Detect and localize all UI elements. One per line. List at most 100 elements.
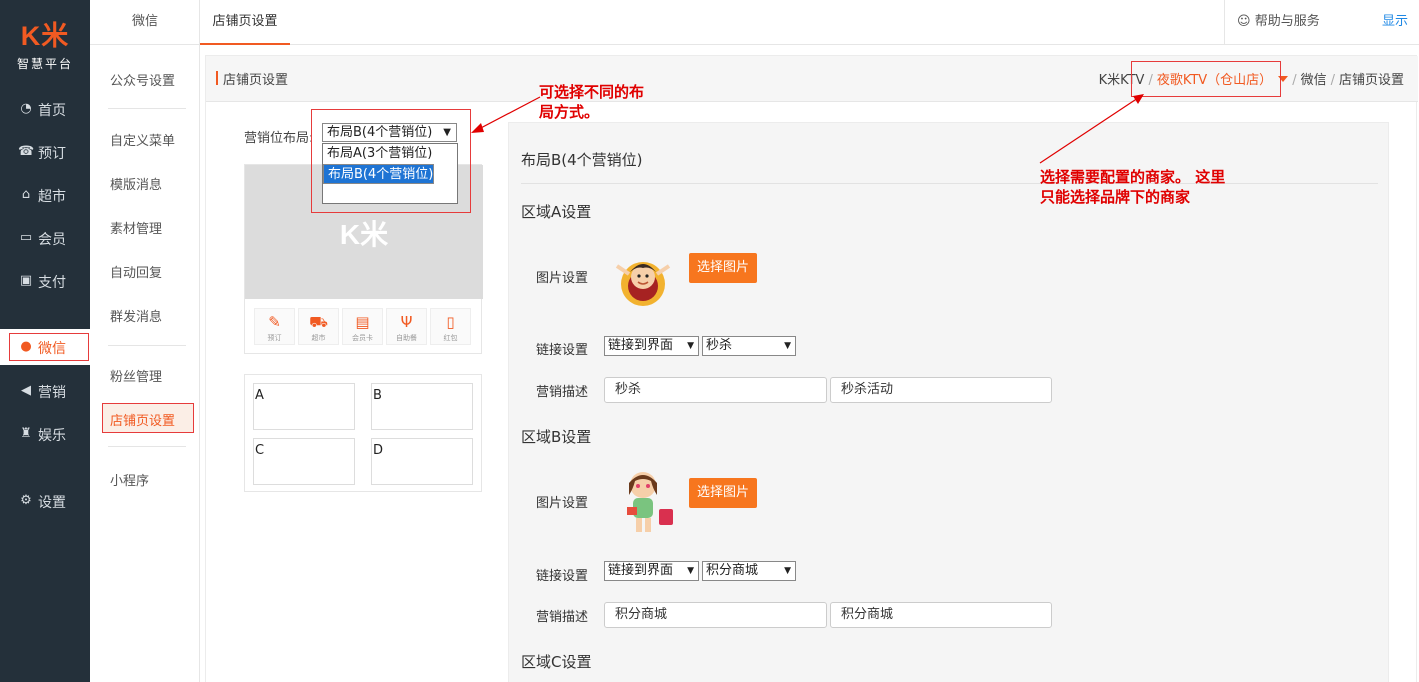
submenu-header[interactable]: 微信	[90, 0, 200, 45]
annotation-line: 选择需要配置的商家。 这里	[1040, 168, 1226, 186]
megaphone-icon: ◀	[21, 383, 31, 398]
nav-label: 超市	[38, 189, 66, 205]
gear-icon: ⚙	[20, 493, 32, 508]
submenu-item[interactable]: 公众号设置	[110, 70, 175, 89]
submenu-item[interactable]: 群发消息	[110, 306, 162, 325]
annotation-line: 可选择不同的布	[539, 83, 645, 101]
slot-cell[interactable]: C	[253, 438, 355, 485]
annotation-layout: 可选择不同的布 局方式。	[539, 82, 644, 122]
desc-input-b1[interactable]: 积分商城	[604, 602, 827, 628]
submenu-item[interactable]: 小程序	[110, 470, 149, 489]
annotation-store: 选择需要配置的商家。 这里 只能选择品牌下的商家	[1040, 167, 1225, 207]
link-label: 链接设置	[536, 569, 589, 584]
breadcrumb-sep: /	[1330, 73, 1335, 88]
tab-store-page[interactable]: 店铺页设置	[200, 0, 290, 45]
link-target-select-a[interactable]: 秒杀 ▼	[702, 336, 796, 356]
link-target-select-b[interactable]: 积分商城 ▼	[702, 561, 796, 581]
submenu-item[interactable]: 素材管理	[110, 218, 162, 237]
preview-icon-label: 会员卡	[352, 334, 373, 342]
nav-label: 微信	[38, 341, 66, 357]
annotation-line: 只能选择品牌下的商家	[1040, 188, 1191, 206]
select-image-button-a[interactable]: 选择图片	[689, 253, 757, 283]
preview-icon-buffet: Ψ 自助餐	[386, 308, 427, 345]
divider	[521, 183, 1378, 184]
divider	[108, 345, 186, 346]
smile-icon: ☺	[1237, 14, 1251, 29]
desc-input-a1[interactable]: 秒杀	[604, 377, 827, 403]
image-label: 图片设置	[536, 496, 589, 511]
nav-item-pay[interactable]: ▣ 支付	[0, 263, 90, 299]
mascot-girl-image	[627, 472, 673, 532]
section-a-title: 区域A设置	[521, 203, 592, 221]
reserve-icon: ☎	[18, 144, 35, 159]
chevron-down-icon: ▼	[687, 341, 694, 351]
slot-cell[interactable]: B	[371, 383, 473, 430]
main-sidebar: K米 智慧平台 ◔ 首页 ☎ 预订 ⌂ 超市 ▭ 会员 ▣ 支付 ● 微信 ◀ …	[0, 0, 90, 682]
preview-icon-label: 超市	[311, 334, 326, 342]
desc-label: 营销描述	[536, 610, 589, 625]
banner-watermark: K米	[339, 219, 389, 250]
nav-item-marketing[interactable]: ◀ 营销	[0, 373, 90, 409]
nav-label: 会员	[38, 232, 66, 248]
nav-item-settings[interactable]: ⚙ 设置	[0, 483, 90, 519]
layout-label: 营销位布局:	[244, 131, 314, 146]
fork-icon: Ψ	[400, 313, 413, 331]
wechat-icon: ●	[20, 339, 32, 354]
slot-cell[interactable]: A	[253, 383, 355, 430]
nav-item-member[interactable]: ▭ 会员	[0, 220, 90, 256]
annotation-line: 局方式。	[539, 103, 600, 121]
submenu-item[interactable]: 自动回复	[110, 262, 162, 281]
nav-label: 娱乐	[38, 428, 66, 444]
breadcrumb-sep: /	[1292, 73, 1297, 88]
submenu-item[interactable]: 粉丝管理	[110, 366, 162, 385]
link-type-select-a[interactable]: 链接到界面 ▼	[604, 336, 699, 356]
preview-icon-card: ▤ 会员卡	[342, 308, 383, 345]
dashboard-icon: ◔	[20, 101, 32, 116]
cart-icon: ⛟	[309, 313, 328, 331]
submenu-item[interactable]: 模版消息	[110, 174, 162, 193]
desc-input-b2[interactable]: 积分商城	[830, 602, 1052, 628]
select-value: 积分商城	[706, 563, 759, 578]
show-link[interactable]: 显示	[1382, 0, 1408, 43]
preview-icon-market: ⛟ 超市	[298, 308, 339, 345]
help-label: 帮助与服务	[1254, 14, 1320, 29]
help-link[interactable]: ☺ 帮助与服务	[1224, 0, 1384, 45]
select-image-button-b[interactable]: 选择图片	[689, 478, 757, 508]
desc-input-a2[interactable]: 秒杀活动	[830, 377, 1052, 403]
preview-icon-redpacket: ▯ 红包	[430, 308, 471, 345]
brand-logo[interactable]: K米 智慧平台	[0, 0, 90, 80]
preview-icon-reserve: ✎ 预订	[254, 308, 295, 345]
layout-highlight-box	[311, 109, 471, 213]
app-root: K米 智慧平台 ◔ 首页 ☎ 预订 ⌂ 超市 ▭ 会员 ▣ 支付 ● 微信 ◀ …	[0, 0, 1419, 682]
link-label: 链接设置	[536, 343, 589, 358]
image-label: 图片设置	[536, 271, 589, 286]
nav-label: 预订	[38, 146, 66, 162]
breadcrumb-page: 店铺页设置	[1338, 73, 1404, 88]
nav-item-home[interactable]: ◔ 首页	[0, 91, 90, 127]
basket-icon: ⌂	[21, 187, 31, 202]
money-icon: ▣	[19, 273, 33, 288]
select-value: 链接到界面	[608, 563, 674, 578]
link-type-select-b[interactable]: 链接到界面 ▼	[604, 561, 699, 581]
nav-label: 营销	[38, 385, 66, 401]
chevron-down-icon: ▼	[687, 566, 694, 576]
nav-label: 设置	[38, 495, 66, 511]
submenu-item-active[interactable]: 店铺页设置	[110, 410, 175, 429]
slot-cell[interactable]: D	[371, 438, 473, 485]
section-c-title: 区域C设置	[521, 653, 592, 671]
nav-item-entertainment[interactable]: ♜ 娱乐	[0, 416, 90, 452]
card-icon: ▭	[19, 230, 33, 245]
nav-label: 支付	[38, 275, 66, 291]
mascot-boy-image	[615, 262, 671, 306]
nav-item-reserve[interactable]: ☎ 预订	[0, 134, 90, 170]
nav-item-wechat[interactable]: ● 微信	[0, 329, 90, 365]
submenu-item[interactable]: 自定义菜单	[110, 130, 175, 149]
slot-grid: A B C D	[244, 374, 482, 492]
card-icon: ▤	[355, 313, 370, 331]
select-value: 秒杀	[706, 338, 733, 353]
breadcrumb-wechat[interactable]: 微信	[1301, 73, 1327, 88]
nav-item-market[interactable]: ⌂ 超市	[0, 177, 90, 213]
section-b-title: 区域B设置	[521, 428, 592, 446]
logo-subtitle: 智慧平台	[16, 57, 73, 71]
title-bar-accent	[216, 71, 218, 85]
